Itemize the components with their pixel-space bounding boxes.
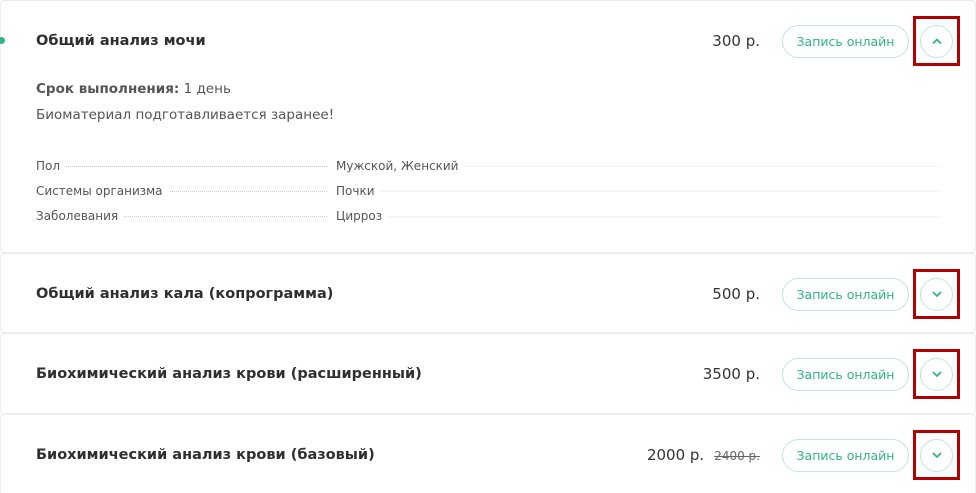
term-line: Срок выполнения: 1 день [36,81,940,97]
attribute-row: Пол Мужской, Женский [36,153,940,178]
highlight-frame [913,430,960,480]
collapse-button[interactable] [920,24,953,58]
highlight-frame [913,16,960,66]
analysis-card: Биохимический анализ крови (базовый) 200… [0,414,976,493]
expand-button[interactable] [920,277,953,311]
highlight-frame [913,349,960,399]
book-online-button[interactable]: Запись онлайн [782,357,909,391]
term-value: 1 день [183,81,231,97]
analysis-list: Общий анализ мочи 300 р. Запись онлайн С… [0,0,976,493]
biomaterial-note: Биоматериал подготавливается заранее! [36,107,335,123]
price: 3500 р. [702,365,760,383]
price: 2000 р. [646,446,705,464]
analysis-title: Общий анализ кала (копрограмма) [36,286,334,302]
attribute-value: Почки [336,183,381,198]
old-price: 2400 р. [714,449,760,463]
analysis-header[interactable]: Общий анализ кала (копрограмма) 500 р. З… [1,254,975,334]
attribute-row: Системы организма Почки [36,178,940,203]
attribute-label: Системы организма [36,183,169,198]
analysis-header[interactable]: Биохимический анализ крови (базовый) 200… [1,415,975,493]
attribute-label: Заболевания [36,208,125,223]
book-online-button[interactable]: Запись онлайн [782,24,909,58]
analysis-card: Биохимический анализ крови (расширенный)… [0,333,976,414]
attribute-value: Мужской, Женский [336,158,465,173]
analysis-title: Общий анализ мочи [36,33,206,49]
dotted-leader [36,166,327,167]
analysis-title: Биохимический анализ крови (расширенный) [36,366,422,382]
expand-button[interactable] [920,438,953,472]
book-online-button[interactable]: Запись онлайн [782,438,909,472]
price-group: 500 р. [712,285,760,303]
attribute-row: Заболевания Цирроз [36,203,940,228]
analysis-header[interactable]: Общий анализ мочи 300 р. Запись онлайн [1,1,975,81]
price-group: 2000 р. 2400 р. [647,446,760,464]
chevron-down-icon [932,452,941,458]
term-label: Срок выполнения: [36,81,180,97]
attribute-label: Пол [36,158,67,173]
analysis-header[interactable]: Биохимический анализ крови (расширенный)… [1,334,975,414]
price-group: 3500 р. [703,365,760,383]
analysis-card: Общий анализ кала (копрограмма) 500 р. З… [0,253,976,333]
price: 500 р. [712,285,760,303]
analysis-title: Биохимический анализ крови (базовый) [36,447,375,463]
analysis-details: Срок выполнения: 1 день Биоматериал подг… [36,81,940,228]
chevron-down-icon [932,291,941,297]
price: 300 р. [712,32,760,50]
price-group: 300 р. [712,32,760,50]
attribute-value: Цирроз [336,208,389,223]
chevron-up-icon [932,38,941,44]
analysis-card: Общий анализ мочи 300 р. Запись онлайн С… [0,0,976,253]
dotted-leader [336,191,940,192]
expand-button[interactable] [920,357,953,391]
attribute-list: Пол Мужской, Женский Системы организма П… [36,153,940,228]
dotted-leader [336,216,940,217]
chevron-down-icon [932,371,941,377]
book-online-button[interactable]: Запись онлайн [782,277,909,311]
highlight-frame [913,269,960,319]
